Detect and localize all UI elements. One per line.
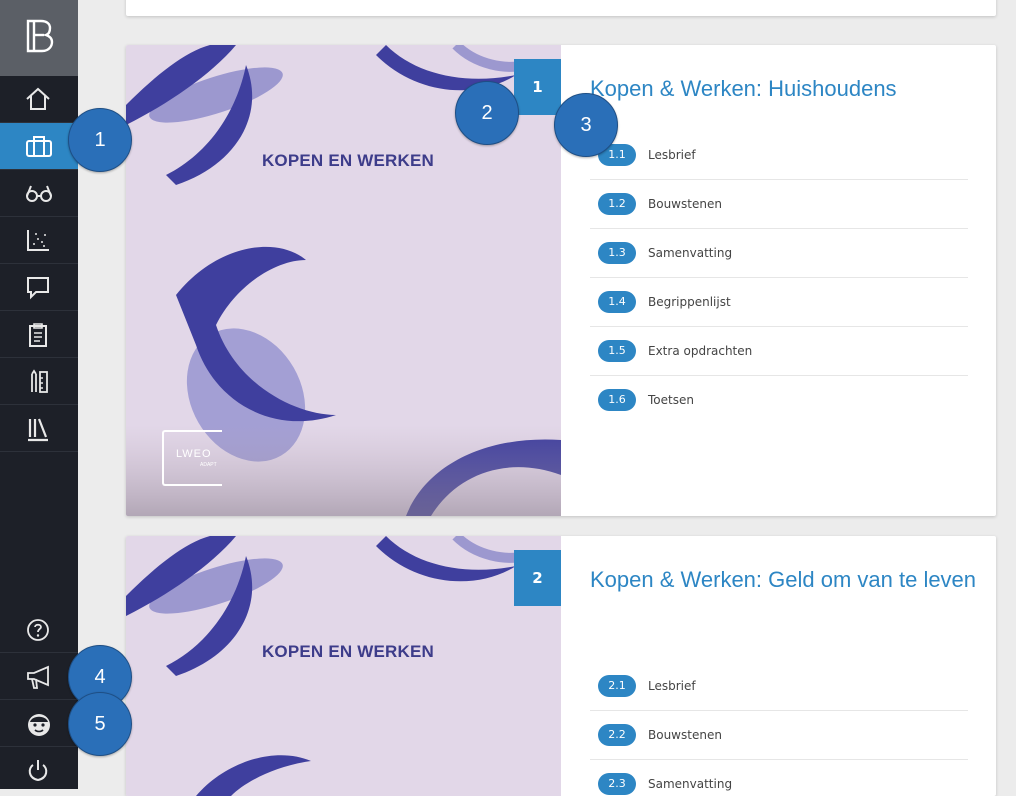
sidebar-item-profile[interactable] bbox=[0, 700, 78, 747]
lesson-label: Toetsen bbox=[648, 393, 694, 407]
sidebar-item-help[interactable] bbox=[0, 606, 78, 653]
sidebar bbox=[0, 0, 78, 789]
sidebar-item-logout[interactable] bbox=[0, 747, 78, 793]
clipboard-icon bbox=[29, 323, 47, 347]
home-icon bbox=[26, 87, 50, 110]
chapter-title[interactable]: Kopen & Werken: Huishoudens bbox=[590, 73, 980, 105]
chapter-title[interactable]: Kopen & Werken: Geld om van te leven bbox=[590, 564, 980, 596]
library-icon bbox=[28, 418, 48, 442]
megaphone-icon bbox=[27, 665, 49, 689]
chapter-number-badge: 2 bbox=[514, 550, 561, 606]
previous-card bbox=[126, 0, 996, 16]
lesson-item[interactable]: 2.1 Lesbrief bbox=[590, 662, 968, 711]
lesson-number-pill: 1.2 bbox=[598, 193, 636, 215]
lweo-logo: LWEO ADAPT bbox=[162, 430, 222, 486]
sidebar-item-library[interactable] bbox=[0, 405, 78, 452]
sidebar-item-review[interactable] bbox=[0, 170, 78, 217]
sidebar-item-results[interactable] bbox=[0, 217, 78, 264]
lesson-number-pill: 2.2 bbox=[598, 724, 636, 746]
lesson-list: 1.1 Lesbrief 1.2 Bouwstenen 1.3 Samenvattin… bbox=[590, 131, 968, 424]
lesson-label: Extra opdrachten bbox=[648, 344, 753, 358]
lesson-label: Begrippenlijst bbox=[648, 295, 731, 309]
callout-marker: 2 bbox=[455, 81, 519, 145]
lesson-item[interactable]: 2.2 Bouwstenen bbox=[590, 711, 968, 760]
power-icon bbox=[28, 760, 48, 782]
lesson-number-pill: 1.6 bbox=[598, 389, 636, 411]
scatter-chart-icon bbox=[27, 230, 49, 251]
help-circle-icon bbox=[27, 619, 49, 641]
callout-marker: 5 bbox=[68, 692, 132, 756]
lesson-item[interactable]: 1.6 Toetsen bbox=[590, 376, 968, 424]
sidebar-item-home[interactable] bbox=[0, 76, 78, 123]
lesson-label: Lesbrief bbox=[648, 148, 696, 162]
sidebar-item-announcements[interactable] bbox=[0, 653, 78, 700]
lesson-item[interactable]: 1.3 Samenvatting bbox=[590, 229, 968, 278]
glasses-icon bbox=[26, 185, 52, 202]
lesson-number-pill: 1.4 bbox=[598, 291, 636, 313]
sidebar-item-tools[interactable] bbox=[0, 358, 78, 405]
lesson-number-pill: 1.5 bbox=[598, 340, 636, 362]
lesson-label: Lesbrief bbox=[648, 679, 696, 693]
cover-swirl-art bbox=[126, 536, 528, 796]
lesson-item[interactable]: 1.4 Begrippenlijst bbox=[590, 278, 968, 327]
lesson-list: 2.1 Lesbrief 2.2 Bouwstenen 2.3 Samenvattin… bbox=[590, 662, 968, 796]
cover-title: KOPEN EN WERKEN bbox=[261, 151, 435, 170]
callout-marker: 1 bbox=[68, 108, 132, 172]
lesson-item[interactable]: 2.3 Samenvatting bbox=[590, 760, 968, 796]
chat-bubble-icon bbox=[27, 277, 49, 300]
lesson-item[interactable]: 1.5 Extra opdrachten bbox=[590, 327, 968, 376]
cover-title: KOPEN EN WERKEN bbox=[261, 642, 435, 661]
chapter-card-2: KOPEN EN WERKEN 2 Kopen & Werken: Geld o… bbox=[126, 536, 996, 796]
chapter-cover[interactable]: KOPEN EN WERKEN bbox=[126, 536, 561, 796]
avatar-icon bbox=[28, 714, 50, 736]
briefcase-icon bbox=[26, 136, 52, 157]
lesson-label: Bouwstenen bbox=[648, 197, 722, 211]
sidebar-item-tasks[interactable] bbox=[0, 311, 78, 358]
lesson-number-pill: 2.1 bbox=[598, 675, 636, 697]
sidebar-item-courses[interactable] bbox=[0, 123, 78, 170]
lesson-label: Bouwstenen bbox=[648, 728, 722, 742]
lesson-label: Samenvatting bbox=[648, 246, 733, 260]
lesson-item[interactable]: 1.1 Lesbrief bbox=[590, 131, 968, 180]
lesson-item[interactable]: 1.2 Bouwstenen bbox=[590, 180, 968, 229]
lesson-number-pill: 1.3 bbox=[598, 242, 636, 264]
callout-marker: 3 bbox=[554, 93, 618, 157]
sidebar-item-messages[interactable] bbox=[0, 264, 78, 311]
app-logo[interactable] bbox=[0, 0, 78, 76]
pencil-tools-icon bbox=[31, 369, 48, 393]
chapter-number-badge: 1 bbox=[514, 59, 561, 115]
logo-icon bbox=[26, 19, 54, 53]
lesson-number-pill: 2.3 bbox=[598, 773, 636, 795]
